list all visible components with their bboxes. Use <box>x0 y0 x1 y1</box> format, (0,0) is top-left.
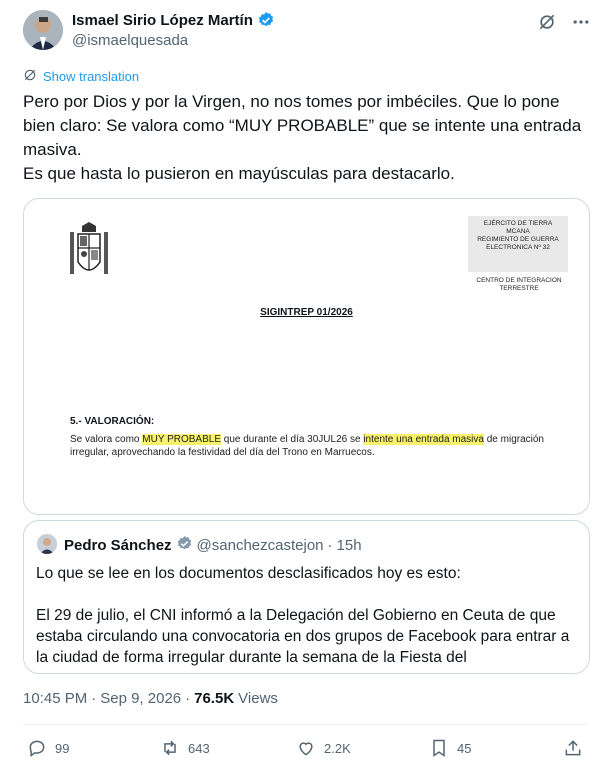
document-title: SIGINTREP 01/2026 <box>260 307 353 318</box>
quoted-time: 15h <box>336 537 362 554</box>
author-avatar[interactable] <box>23 10 63 50</box>
reply-icon <box>29 740 45 757</box>
quoted-verified-icon <box>176 535 193 556</box>
show-translation-label[interactable]: Show translation <box>43 69 139 84</box>
author-name-row[interactable]: Ismael Sirio López Martín <box>72 11 275 29</box>
highlight-muy-probable: MUY PROBABLE <box>142 434 221 445</box>
show-translation-link[interactable]: Show translation <box>23 68 139 85</box>
author-handle[interactable]: @ismaelquesada <box>72 32 188 49</box>
share-button[interactable] <box>563 738 583 758</box>
more-icon[interactable] <box>571 12 591 32</box>
action-bar: 99 643 2.2K 45 <box>23 738 588 760</box>
repost-button[interactable]: 643 <box>160 738 210 758</box>
bookmark-count: 45 <box>457 740 472 756</box>
document-body: Se valora como MUY PROBABLE que durante … <box>70 434 544 458</box>
views-count: 76.5K <box>194 690 235 707</box>
document-heading: 5.- VALORACIÓN: <box>70 416 155 427</box>
share-icon <box>565 740 581 756</box>
tweet-meta: 10:45 PM · Sep 9, 2026 · 76.5K Views <box>23 690 278 707</box>
translate-icon <box>23 68 37 85</box>
coat-of-arms-icon <box>70 222 108 274</box>
tweet-time[interactable]: 10:45 PM <box>23 690 87 707</box>
tweet-text: Pero por Dios y por la Virgen, no nos to… <box>23 92 582 183</box>
tweet-media-image[interactable]: EJÉRCITO DE TIERRA MCANA REGIMIENTO DE G… <box>23 198 590 515</box>
verified-icon <box>257 11 275 29</box>
grok-icon[interactable] <box>537 12 557 32</box>
reply-count: 99 <box>55 740 70 756</box>
divider <box>23 724 588 725</box>
quoted-avatar <box>37 534 57 554</box>
quoted-tweet[interactable]: Pedro Sánchez @sanchezcastejon · 15h Lo … <box>23 520 590 674</box>
quoted-author-name: Pedro Sánchez <box>64 537 172 554</box>
repost-count: 643 <box>188 740 210 756</box>
quoted-author-handle: @sanchezcastejon <box>196 537 324 554</box>
like-count: 2.2K <box>324 740 351 756</box>
repost-icon <box>164 740 176 756</box>
tweet-date[interactable]: Sep 9, 2026 <box>100 690 181 707</box>
bookmark-icon <box>433 739 445 757</box>
bookmark-button[interactable]: 45 <box>429 738 471 758</box>
like-button[interactable]: 2.2K <box>296 738 351 758</box>
author-name[interactable]: Ismael Sirio López Martín <box>72 12 253 29</box>
quoted-text: Lo que se lee en los documentos desclasi… <box>36 565 570 666</box>
highlight-entrada-masiva: intente una entrada masiva <box>363 434 484 445</box>
document-center-label: CENTRO DE INTEGRACION TERRESTRE <box>476 277 562 292</box>
views-label: Views <box>238 690 278 707</box>
reply-button[interactable]: 99 <box>27 738 69 758</box>
like-icon <box>299 742 313 756</box>
document-stamp: EJÉRCITO DE TIERRA MCANA REGIMIENTO DE G… <box>468 216 568 272</box>
quoted-separator: · <box>327 537 333 554</box>
